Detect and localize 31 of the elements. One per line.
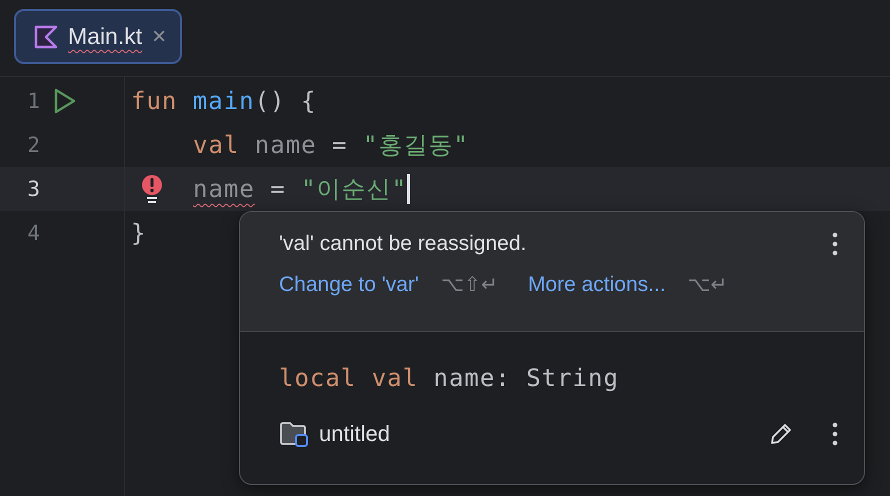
code-token: name: [254, 131, 317, 159]
code-token: val: [193, 131, 240, 159]
error-bulb-icon[interactable]: [141, 174, 163, 204]
line-number: 2: [26, 133, 40, 157]
error-code-token: name: [193, 175, 255, 203]
line-number: 1: [26, 89, 40, 113]
code-token: () {: [254, 87, 316, 115]
keyboard-shortcut: ⌥⇧↵: [440, 273, 498, 297]
more-options-button[interactable]: [832, 422, 838, 446]
module-name: untitled: [319, 421, 390, 447]
code-token: =: [331, 131, 348, 159]
code-token: fun: [131, 87, 178, 115]
run-icon[interactable]: [53, 88, 77, 114]
declaration-signature: local val name: String: [279, 364, 620, 392]
module-folder-icon: [279, 420, 309, 448]
quick-fix-link[interactable]: Change to 'var': [279, 272, 419, 296]
more-options-button[interactable]: [832, 232, 838, 256]
error-message: 'val' cannot be reassigned.: [279, 232, 526, 256]
edit-button[interactable]: [768, 421, 794, 447]
kotlin-file-icon: [34, 24, 58, 48]
file-tab[interactable]: Main.kt ×: [14, 9, 182, 64]
line-number: 3: [26, 177, 40, 201]
code-token: =: [269, 175, 287, 203]
code-token: }: [131, 219, 146, 247]
keyboard-shortcut: ⌥↵: [688, 273, 728, 297]
line-number: 4: [26, 221, 40, 245]
close-icon[interactable]: ×: [152, 22, 166, 50]
code-token: "이순신": [301, 174, 408, 205]
code-token: "홍길동": [362, 130, 469, 161]
code-token: main: [192, 87, 255, 115]
quick-fix-link[interactable]: More actions...: [528, 272, 666, 296]
